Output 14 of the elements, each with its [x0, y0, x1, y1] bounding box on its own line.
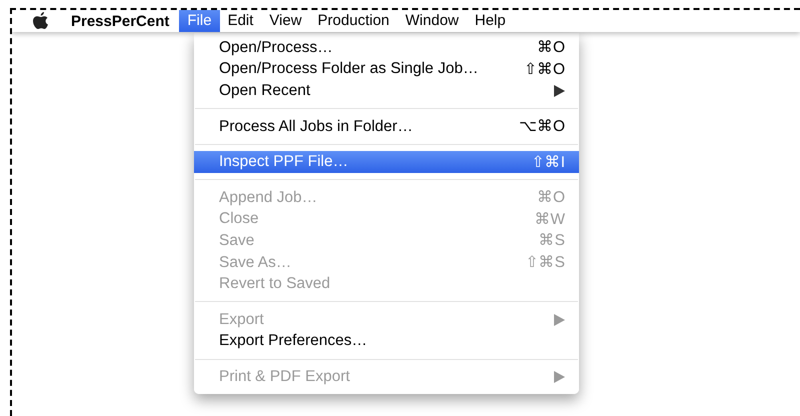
app-name-menu[interactable]: PressPerCent [71, 12, 180, 30]
apple-logo-icon[interactable] [33, 12, 49, 30]
menu-bar-item[interactable]: Production [310, 10, 398, 32]
menu-item[interactable]: Inspect PPF File… ⇧⌘I [194, 151, 579, 173]
menu-bar-item[interactable]: View [261, 10, 310, 32]
menu-item[interactable]: Process All Jobs in Folder… ⌥⌘O [194, 116, 579, 138]
menu-item[interactable]: Export Preferences… [194, 330, 579, 352]
menu-item[interactable]: Open/Process… ⌘O [194, 37, 579, 59]
menu-bar-item[interactable]: File [179, 10, 220, 32]
menu-item[interactable]: Open Recent [194, 80, 579, 102]
menu-item[interactable]: Open/Process Folder as Single Job… ⇧⌘O [194, 58, 579, 80]
menu-bar-item[interactable]: Window [397, 10, 467, 32]
menu-bar-item[interactable]: Edit [220, 10, 262, 32]
menu-bar-item[interactable]: Help [466, 10, 514, 32]
